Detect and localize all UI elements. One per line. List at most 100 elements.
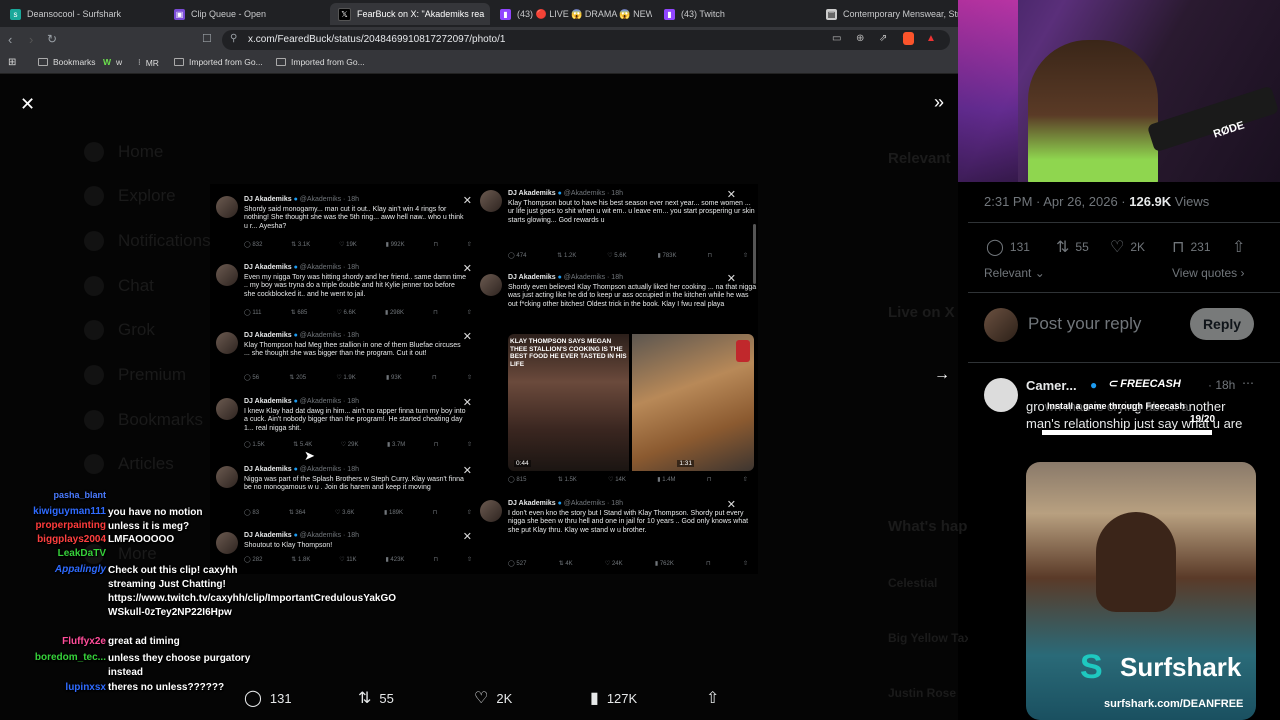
folder-icon xyxy=(174,58,184,66)
avatar xyxy=(480,500,502,522)
tweet-header: DJ Akademiks ● @Akademiks · 18h xyxy=(244,196,359,203)
tweet-card: DJ Akademiks ● @Akademiks · 18h ✕ I knew… xyxy=(216,397,476,458)
rgb-light xyxy=(958,0,1018,182)
site-info-icon[interactable]: ⚲ xyxy=(230,33,237,44)
close-viewer-icon[interactable]: ✕ xyxy=(20,94,35,115)
nav-home: Home xyxy=(84,142,163,162)
chat-message: LeakDaTV xyxy=(57,548,106,559)
twitch-favicon-icon: ▮ xyxy=(500,8,511,20)
reply-count-button[interactable]: ◯ 131 xyxy=(986,237,1030,257)
alert-icon[interactable]: ▲ xyxy=(926,33,936,44)
surfshark-logo-icon: S xyxy=(1080,648,1103,686)
apps-grid-icon[interactable]: ⊞ xyxy=(8,57,16,68)
tweet-stats: ◯ 815 ⇅ 1.5K ♡ 14K ▮ 1.4M ⊓ ⇧ xyxy=(508,477,748,483)
chat-message: kiwiguyman111 xyxy=(33,506,106,517)
video-duration: 0:44 xyxy=(514,460,531,467)
chat-message: boredom_tec... xyxy=(34,652,106,663)
chat-icon xyxy=(84,276,104,296)
bookmark-item[interactable]: Bookmarks xyxy=(38,57,96,67)
tweet-timestamp: 2:31 PM · Apr 26, 2026 · 126.9K Views xyxy=(984,194,1210,209)
tweet-text: Shordy even believed Klay Thompson actua… xyxy=(508,284,757,308)
sort-dropdown[interactable]: Relevant ⌄ xyxy=(984,266,1045,280)
like-button[interactable]: ♡ 2K xyxy=(474,688,512,708)
bottle-shape xyxy=(736,340,750,362)
back-icon[interactable]: ‹ xyxy=(8,32,12,47)
bookmark-item[interactable]: Imported from Go... xyxy=(174,57,263,67)
bookmarks-bar: ⊞ Bookmarks Ww ⁝ MR Imported from Go... I… xyxy=(0,53,958,74)
repost-button[interactable]: ⇅ 55 xyxy=(358,688,394,708)
view-quotes-link[interactable]: View quotes › xyxy=(1172,266,1245,280)
tweet-text: I knew Klay had dat dawg in him... ain't… xyxy=(244,408,466,432)
chat-message: lupinxsx xyxy=(65,682,106,693)
avatar xyxy=(984,378,1018,412)
tweet-header: DJ Akademiks ● @Akademiks · 18h xyxy=(244,466,359,473)
reply-button[interactable]: Reply xyxy=(1190,308,1254,340)
ad-caption: Install a game through Freecash xyxy=(1044,400,1189,412)
search-icon xyxy=(84,186,104,206)
bookmark-item[interactable]: Imported from Go... xyxy=(276,57,365,67)
expand-panel-icon[interactable]: » xyxy=(934,92,944,113)
share-button[interactable]: ⇧ xyxy=(706,688,719,708)
tweet-text: Klay Thompson bout to have his best seas… xyxy=(508,200,755,224)
bookmark-count-button[interactable]: ⊓ 231 xyxy=(1172,237,1211,257)
tweet-text: I don't even kno the story but I Stand w… xyxy=(508,510,749,534)
share-icon[interactable]: ⇗ xyxy=(879,33,887,44)
reply-icon: ◯ xyxy=(244,690,262,707)
brave-shield-icon[interactable] xyxy=(903,32,914,45)
tweet-text: Klay Thompson had Meg thee stallion in o… xyxy=(244,342,461,358)
tweet-stats: ◯ 56 ⇅ 205 ♡ 1.9K ▮ 93K ⊓ ⇧ xyxy=(244,375,472,381)
tab-twitch-live[interactable]: ▮ (43) 🔴 LIVE 😱 DRAMA 😱 NEWS I xyxy=(492,3,652,25)
surfshark-favicon-icon: s xyxy=(10,8,21,20)
bookmark-star-icon[interactable]: ☐ xyxy=(202,32,212,45)
folder-icon xyxy=(276,58,286,66)
zoom-icon[interactable]: ⊕ xyxy=(856,33,864,44)
chat-message-text: theres no unless?????? xyxy=(108,682,225,693)
avatar xyxy=(480,190,502,212)
tab-menswear[interactable]: ▤Contemporary Menswear, Streetw xyxy=(818,3,958,25)
avatar xyxy=(216,332,238,354)
tweet-header: DJ Akademiks ● @Akademiks · 18h xyxy=(244,332,359,339)
reply-input[interactable]: Post your reply xyxy=(1028,314,1141,334)
like-count-button[interactable]: ♡ 2K xyxy=(1110,237,1145,257)
media-title: Klay Thompson says Megan Thee Stallion's… xyxy=(510,338,627,368)
nav-bookmarks: Bookmarks xyxy=(84,410,203,430)
cast-icon[interactable]: ▭ xyxy=(832,33,841,44)
forward-icon[interactable]: › xyxy=(29,32,33,47)
tweet-card: DJ Akademiks ● @Akademiks · 18h ✕ Klay T… xyxy=(480,189,755,260)
bookmark-item[interactable]: Ww xyxy=(103,57,122,67)
address-bar[interactable]: ⚲ x.com/FearedBuck/status/20484699108172… xyxy=(222,30,950,50)
mr-icon: ⁝ xyxy=(138,57,141,67)
video-thumbnail: Klay Thompson says Megan Thee Stallion's… xyxy=(508,334,629,471)
bookmark-item[interactable]: ⁝ MR xyxy=(138,57,159,68)
url-text: x.com/FearedBuck/status/2048469910817272… xyxy=(248,34,506,45)
share-icon[interactable]: ⇧ xyxy=(1232,237,1245,257)
nav-chat: Chat xyxy=(84,276,154,296)
bookmark-icon: ⊓ xyxy=(1172,239,1185,256)
tab-fearbuck[interactable]: 𝕏FearBuck on X: "Akademiks rea✕ xyxy=(330,3,490,25)
tweet-header: DJ Akademiks ● @Akademiks · 18h xyxy=(244,264,359,271)
repost-count-button[interactable]: ⇅ 55 xyxy=(1056,237,1089,257)
tweet-card: DJ Akademiks ● @Akademiks · 18h ✕ Klay T… xyxy=(216,331,476,392)
tab-surfshark[interactable]: s Deansocool - Surfshark xyxy=(2,3,162,25)
x-favicon-icon: 𝕏 xyxy=(338,7,351,21)
scrollbar[interactable] xyxy=(753,224,756,284)
ad-progress-bar xyxy=(1042,430,1212,435)
w-logo-icon: W xyxy=(103,57,112,67)
more-icon[interactable]: ⋯ xyxy=(1242,376,1254,390)
tab-twitch[interactable]: ▮ (43) Twitch xyxy=(656,3,816,25)
next-photo-icon[interactable]: → xyxy=(934,366,950,384)
avatar xyxy=(216,398,238,420)
video-duration: 1:31 xyxy=(677,460,694,467)
tab-clip-queue[interactable]: ▣ Clip Queue - Open xyxy=(166,3,326,25)
avatar xyxy=(984,308,1018,342)
reload-icon[interactable]: ↻ xyxy=(47,32,57,46)
reply-icon: ◯ xyxy=(986,239,1004,256)
chat-message: biggplays2004 xyxy=(37,534,106,545)
tweet-detail-panel: 2:31 PM · Apr 26, 2026 · 126.9K Views ◯ 1… xyxy=(968,182,1280,720)
reply-author[interactable]: Camer... xyxy=(1026,378,1077,393)
views-button[interactable]: ▮ 127K xyxy=(590,688,637,708)
tweet-card: DJ Akademiks ● @Akademiks · 18h ✕ Even m… xyxy=(216,263,476,324)
heart-icon: ♡ xyxy=(1110,239,1125,256)
reply-button[interactable]: ◯ 131 xyxy=(244,688,292,708)
tweet-stats: ◯ 527 ⇅ 4K ♡ 24K ▮ 762K ⊓ ⇧ xyxy=(508,561,748,567)
